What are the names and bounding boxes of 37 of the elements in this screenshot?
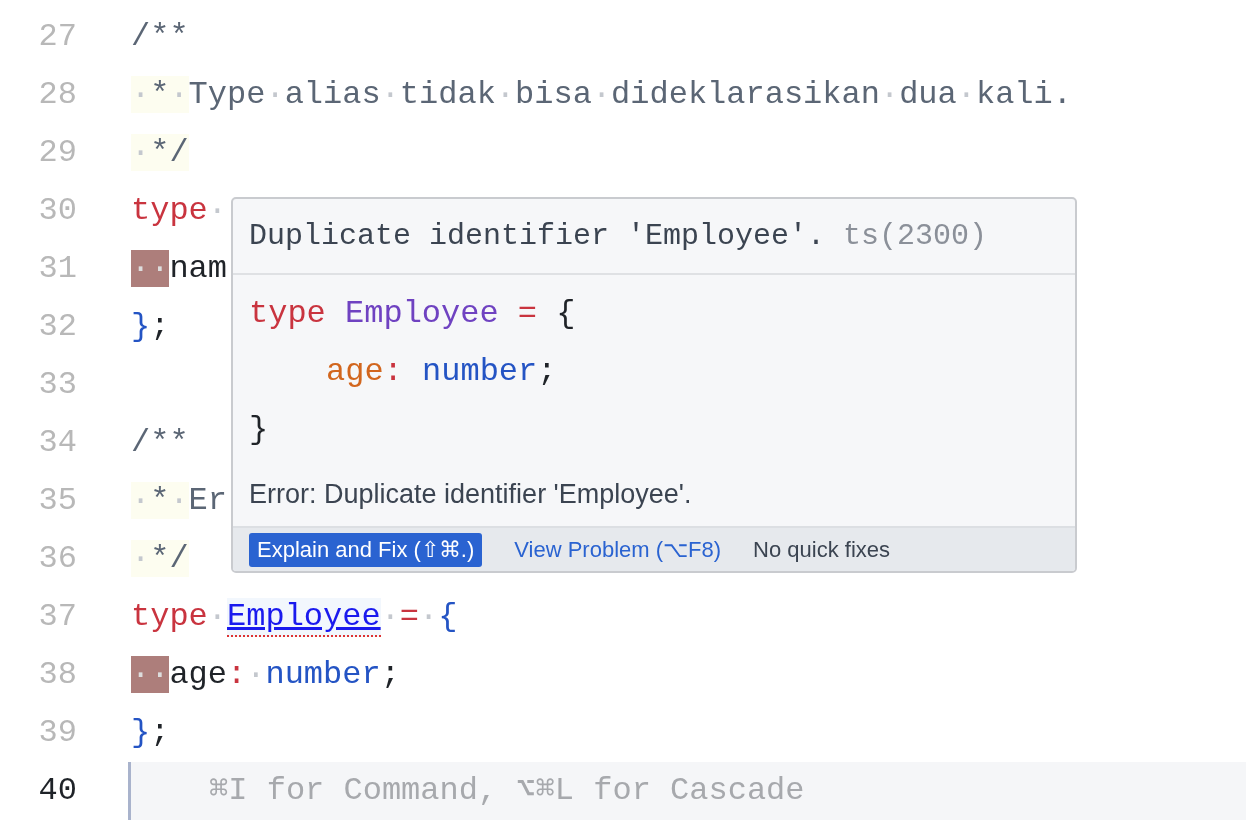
line-number: 27 <box>37 17 77 57</box>
code-line: type Employee = { <box>249 294 576 334</box>
code-line: ·*/ <box>131 134 189 171</box>
code-line: /** <box>131 18 189 55</box>
line-number: 31 <box>37 249 77 289</box>
code-line: type·Employee·=·{ <box>131 598 458 637</box>
code-line: }; <box>131 714 170 751</box>
code-line: ·*/ <box>131 540 189 577</box>
line-number: 39 <box>37 713 77 753</box>
code-line: ·*·Er <box>131 482 227 519</box>
code-line: ··age:·number; <box>131 656 400 693</box>
line-number: 40 <box>37 771 77 811</box>
line-number: 36 <box>37 539 77 579</box>
line-number: 28 <box>37 75 77 115</box>
code-line: /** <box>131 424 189 461</box>
code-line: type· <box>131 192 227 229</box>
code-line: ·*·Type·alias·tidak·bisa·dideklarasikan·dua·kali. <box>131 76 1072 113</box>
line-number: 37 <box>37 597 77 637</box>
error-message: Error: Duplicate identifier 'Employee'. <box>248 478 693 511</box>
code-line: }; <box>131 308 170 345</box>
line-number: 32 <box>37 307 77 347</box>
line-number: 34 <box>37 423 77 463</box>
explain-and-fix-button[interactable]: Explain and Fix (⇧⌘.) <box>249 532 483 567</box>
line-number: 35 <box>37 481 77 521</box>
line-number: 38 <box>37 655 77 695</box>
error-code: ts(2300) <box>843 219 988 253</box>
line-number: 33 <box>37 365 77 405</box>
inline-hint: ⌘I for Command, ⌥⌘L for Cascade <box>208 772 805 809</box>
code-line: } <box>249 410 269 450</box>
identifier-link[interactable]: Employee <box>227 598 381 637</box>
error-title: Duplicate identifier 'Employee'. <box>249 219 826 253</box>
quick-fix-status: No quick fixes <box>753 536 890 563</box>
code-line: age: number; <box>326 352 557 392</box>
code-line: ··nam <box>131 250 227 287</box>
line-number: 30 <box>37 191 77 231</box>
view-problem-link[interactable]: View Problem (⌥F8) <box>514 536 722 563</box>
line-number: 29 <box>37 133 77 173</box>
